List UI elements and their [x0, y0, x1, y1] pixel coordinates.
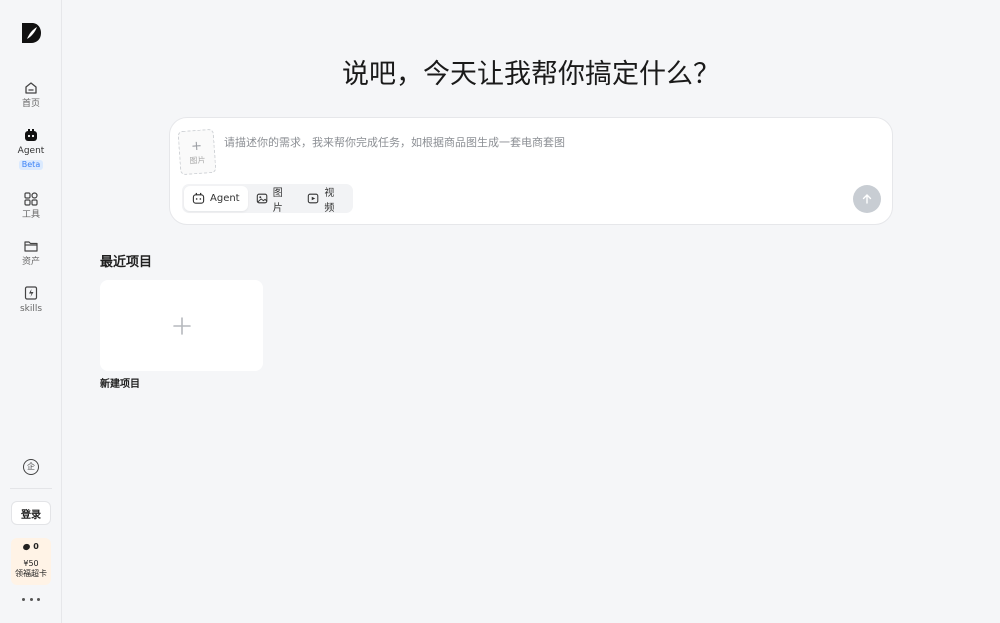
tools-grid-icon — [24, 192, 38, 206]
video-mode-icon — [308, 193, 319, 204]
prompt-input[interactable] — [224, 132, 864, 152]
sidebar-item-agent[interactable]: Agent Beta — [0, 127, 62, 170]
coin-balance: 0 — [22, 542, 39, 552]
plus-icon — [172, 316, 191, 335]
login-button[interactable]: 登录 — [11, 501, 51, 525]
sidebar-item-label: 工具 — [21, 210, 40, 220]
sidebar-item-label: skills — [19, 304, 43, 314]
dot-icon — [29, 597, 33, 601]
sidebar-item-home[interactable]: 首页 — [0, 80, 62, 110]
coin-icon — [22, 542, 32, 552]
new-project-card[interactable] — [100, 280, 263, 371]
sidebar-item-label: 首页 — [21, 99, 40, 109]
dot-icon — [22, 597, 25, 601]
home-icon — [25, 82, 37, 94]
new-project-label: 新建项目 — [100, 379, 140, 390]
send-button[interactable] — [853, 185, 881, 213]
coin-count: 0 — [33, 542, 39, 551]
promo-price: ¥50 — [23, 559, 39, 568]
agent-icon — [25, 129, 37, 141]
plus-icon: + — [190, 138, 203, 154]
mode-label: 图片 — [272, 187, 283, 214]
sidebar-item-label: Agent — [17, 146, 45, 156]
sidebar-item-skills[interactable]: skills — [0, 285, 62, 315]
app-logo[interactable] — [19, 21, 43, 45]
promo-card[interactable]: 0 ¥50 领福超卡 — [11, 538, 51, 585]
skills-icon — [24, 286, 38, 300]
arrow-up-icon — [862, 194, 872, 204]
upload-label: 图片 — [189, 154, 206, 166]
folder-icon — [24, 241, 38, 252]
promo-text: 领福超卡 — [15, 569, 47, 578]
recent-projects-title: 最近项目 — [100, 255, 153, 270]
enterprise-icon[interactable]: 企 — [23, 459, 39, 475]
prompt-composer: + 图片 Agent 图片 — [169, 117, 893, 225]
image-mode-icon — [256, 193, 267, 204]
agent-mode-icon — [192, 192, 205, 204]
beta-badge: Beta — [18, 160, 44, 170]
dot-icon — [37, 597, 40, 601]
mode-video-button[interactable]: 视频 — [299, 186, 351, 214]
mode-image-button[interactable]: 图片 — [248, 186, 300, 214]
mode-agent-button[interactable]: Agent — [184, 186, 248, 211]
sidebar: 首页 Agent Beta 工具 资产 skills 企 登录 0 ¥50 领福… — [0, 0, 62, 623]
mode-label: 视频 — [324, 187, 335, 214]
mode-label: Agent — [210, 193, 240, 204]
page-headline: 说吧，今天让我帮你搞定什么？ — [342, 59, 720, 90]
mode-selector: Agent 图片 视频 — [182, 184, 353, 214]
sidebar-divider — [10, 488, 52, 489]
image-upload-button[interactable]: + 图片 — [177, 128, 217, 176]
sidebar-item-label: 资产 — [21, 257, 40, 267]
more-options-button[interactable] — [22, 594, 40, 604]
sidebar-item-assets[interactable]: 资产 — [0, 238, 62, 268]
sidebar-item-tools[interactable]: 工具 — [0, 191, 62, 221]
